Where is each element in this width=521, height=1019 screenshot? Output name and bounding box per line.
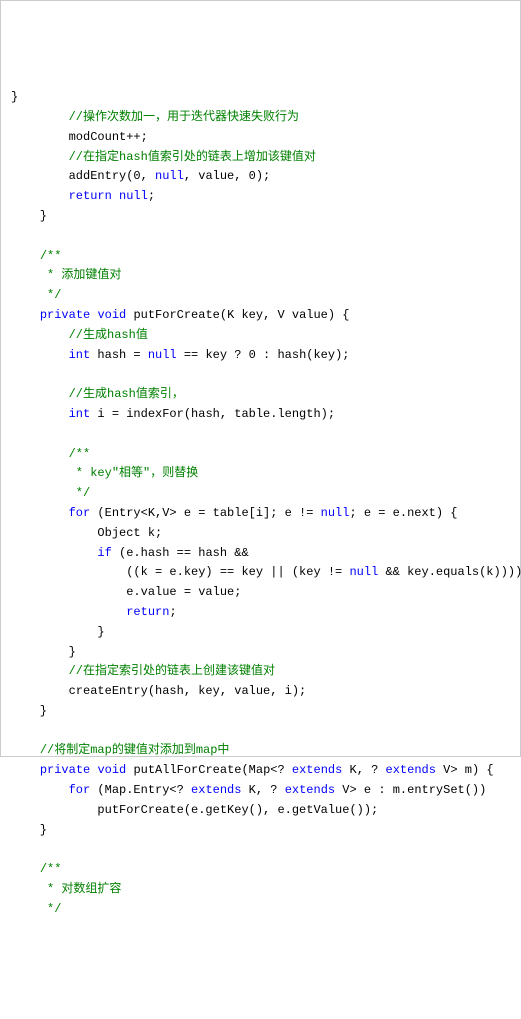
code-token (11, 229, 18, 243)
code-token (11, 664, 69, 678)
code-token: */ (11, 486, 90, 500)
code-token: (Entry<K,V> e = table[i]; e != (90, 506, 320, 520)
code-token: * key"相等"，则替换 (11, 466, 198, 480)
code-token: for (69, 783, 91, 797)
code-token: ; (148, 189, 155, 203)
code-token: addEntry( (11, 169, 133, 183)
code-token (11, 427, 18, 441)
code-token (11, 407, 69, 421)
code-token: && key.equals(k)))) { (378, 565, 521, 579)
code-token: //在指定索引处的链表上创建该键值对 (69, 664, 275, 678)
code-token: null (155, 169, 184, 183)
code-token: K, ? (241, 783, 284, 797)
code-token (11, 110, 69, 124)
code-token: , (141, 169, 155, 183)
code-token: return (126, 605, 169, 619)
code-token (11, 189, 69, 203)
code-token: , value, (184, 169, 249, 183)
code-token: V> e : m.entrySet()) (335, 783, 486, 797)
code-token: : hash(key); (256, 348, 350, 362)
code-token: private (40, 308, 90, 322)
code-token: //生成hash值索引， (69, 387, 184, 401)
code-token: /** (40, 249, 62, 263)
code-token: K, ? (342, 763, 385, 777)
code-token (11, 328, 69, 342)
code-token: null (321, 506, 350, 520)
code-token: null (119, 189, 148, 203)
code-token (90, 763, 97, 777)
code-token (11, 348, 69, 362)
code-token: //生成hash值 (69, 328, 148, 342)
code-token: //操作次数加一，用于迭代器快速失败行为 (69, 110, 299, 124)
code-token: return (69, 189, 112, 203)
code-token: 0 (133, 169, 140, 183)
code-token: } (11, 645, 76, 659)
code-token: extends (191, 783, 241, 797)
code-token (11, 842, 18, 856)
code-token (11, 387, 69, 401)
code-token: ((k = e.key) == key || (key != (11, 565, 349, 579)
code-token (11, 249, 40, 263)
code-token (11, 862, 40, 876)
code-token: putAllForCreate(Map<? (126, 763, 292, 777)
code-token: if (97, 546, 111, 560)
code-token (11, 150, 69, 164)
code-token (11, 724, 18, 738)
code-token: int (69, 348, 91, 362)
code-token: Object k; (11, 526, 162, 540)
code-token: } (11, 625, 105, 639)
code-token: 0 (249, 169, 256, 183)
code-token: createEntry(hash, key, value, i); (11, 684, 306, 698)
code-token: */ (11, 902, 61, 916)
code-token: * 对数组扩容 (11, 882, 121, 896)
code-token (11, 308, 40, 322)
code-token: ; e = e.next) { (349, 506, 457, 520)
code-token (11, 506, 69, 520)
code-token (11, 367, 18, 381)
code-token: modCount++; (11, 130, 148, 144)
code-token: } (11, 704, 47, 718)
code-token (11, 763, 40, 777)
code-token: extends (285, 783, 335, 797)
code-token: e.value = value; (11, 585, 241, 599)
code-token: V> m) { (436, 763, 494, 777)
code-token: int (69, 407, 91, 421)
code-token: putForCreate(e.getKey(), e.getValue()); (11, 803, 378, 817)
code-token: } (11, 209, 47, 223)
code-block: } //操作次数加一，用于迭代器快速失败行为 modCount++; //在指定… (11, 88, 510, 919)
code-token: //在指定hash值索引处的链表上增加该键值对 (69, 150, 316, 164)
code-token: /** (40, 862, 62, 876)
code-token: extends (386, 763, 436, 777)
code-token: //将制定map的键值对添加到map中 (40, 743, 230, 757)
code-token (11, 447, 69, 461)
code-token: } (11, 90, 18, 104)
code-token: hash = (90, 348, 148, 362)
code-token: i = indexFor(hash, table.length); (90, 407, 335, 421)
code-token (112, 189, 119, 203)
code-token (11, 546, 97, 560)
code-token: extends (292, 763, 342, 777)
code-token: ; (169, 605, 176, 619)
code-token: for (69, 506, 91, 520)
code-token (11, 783, 69, 797)
code-token: } (11, 823, 47, 837)
code-token: void (97, 308, 126, 322)
code-token (11, 605, 126, 619)
code-token: (Map.Entry<? (90, 783, 191, 797)
code-token: putForCreate(K key, V value) { (126, 308, 349, 322)
code-token: void (97, 763, 126, 777)
code-token: null (349, 565, 378, 579)
code-token: ); (256, 169, 270, 183)
code-token: null (148, 348, 177, 362)
code-token: * 添加键值对 (11, 268, 121, 282)
code-token: 0 (249, 348, 256, 362)
code-token: (e.hash == hash && (112, 546, 249, 560)
code-token: == key ? (177, 348, 249, 362)
code-token: private (40, 763, 90, 777)
code-token: /** (69, 447, 91, 461)
code-token: */ (11, 288, 61, 302)
code-token (11, 743, 40, 757)
